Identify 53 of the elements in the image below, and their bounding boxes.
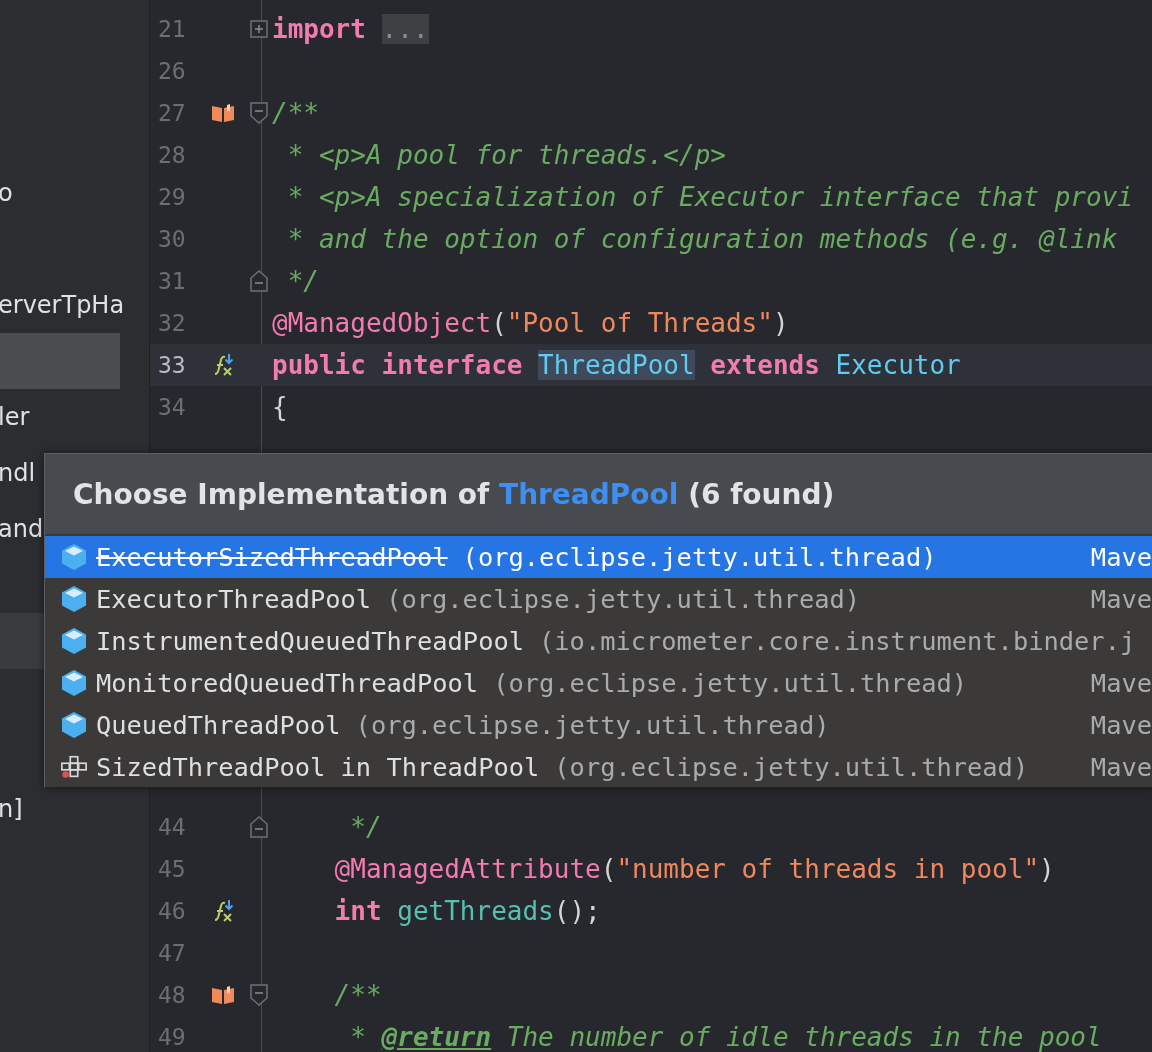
code-line: * @return The number of idle threads in the pool xyxy=(349,1021,1103,1052)
tree-row[interactable]: erverTpHa xyxy=(0,277,120,333)
code-line: * and the option of configuration methods (e.g. @link xyxy=(286,223,1119,256)
code-line: */ xyxy=(286,265,320,298)
fold-end-icon[interactable] xyxy=(250,270,268,292)
code-line: */ xyxy=(349,811,383,844)
code-line: public interface ThreadPool extends Executor xyxy=(271,349,962,382)
implementation-item[interactable]: QueuedThreadPool (org.eclipse.jetty.util.thread) Mave xyxy=(45,704,1152,746)
line-number: 34 xyxy=(158,394,187,420)
code-line: int getThreads(); xyxy=(333,895,602,928)
line-number: 33 xyxy=(158,352,187,378)
code-line: /** xyxy=(271,97,320,130)
code-line: /** xyxy=(333,979,383,1012)
line-number: 31 xyxy=(158,268,187,294)
book-icon xyxy=(211,985,235,1005)
code-line: { xyxy=(271,391,289,424)
implementation-item[interactable]: ExecutorSizedThreadPool (org.eclipse.jetty.util.thread) Mave xyxy=(45,536,1152,578)
line-number: 47 xyxy=(158,940,187,966)
nested-squares-icon xyxy=(60,754,88,780)
code-line: * <p>A pool for threads.</p> xyxy=(286,139,727,172)
cube-icon xyxy=(61,627,87,655)
cube-icon xyxy=(61,585,87,613)
cube-icon xyxy=(61,669,87,697)
implementation-item[interactable]: ExecutorThreadPool (org.eclipse.jetty.util.thread) Mave xyxy=(45,578,1152,620)
line-number: 28 xyxy=(158,142,187,168)
cube-icon xyxy=(61,543,87,571)
line-number: 21 xyxy=(158,16,187,42)
code-line: * <p>A specialization of Executor interface that provi xyxy=(286,181,1134,214)
line-number: 49 xyxy=(158,1024,187,1050)
code-line: import ... xyxy=(271,13,430,46)
line-number: 32 xyxy=(158,310,187,336)
line-number: 27 xyxy=(158,100,187,126)
line-number: 45 xyxy=(158,856,187,882)
code-line: @ManagedObject("Pool of Threads") xyxy=(271,307,790,340)
popup-title: Choose Implementation of ThreadPool (6 found) xyxy=(73,477,835,511)
book-icon xyxy=(211,103,235,123)
implementation-item[interactable]: MonitoredQueuedThreadPool (org.eclipse.jetty.util.thread) Mave xyxy=(45,662,1152,704)
tree-row[interactable]: o xyxy=(0,165,120,221)
fold-end-icon[interactable] xyxy=(250,816,268,838)
expand-fold-icon[interactable] xyxy=(250,20,268,38)
line-number: 48 xyxy=(158,982,187,1008)
tree-row[interactable]: ler xyxy=(0,389,120,445)
collapse-fold-icon[interactable] xyxy=(250,102,268,124)
cube-icon xyxy=(61,711,87,739)
line-number: 46 xyxy=(158,898,187,924)
collapse-fold-icon[interactable] xyxy=(250,984,268,1006)
line-number: 29 xyxy=(158,184,187,210)
code-line: @ManagedAttribute("number of threads in pool") xyxy=(333,853,1056,886)
implementation-item[interactable]: SizedThreadPool in ThreadPool (org.eclipse.jetty.util.thread) Mave xyxy=(45,746,1152,788)
line-number: 26 xyxy=(158,58,187,84)
line-number: 30 xyxy=(158,226,187,252)
implementation-item[interactable]: InstrumentedQueuedThreadPool (io.micrometer.core.instrument.binder.j xyxy=(45,620,1152,662)
line-number: 44 xyxy=(158,814,187,840)
